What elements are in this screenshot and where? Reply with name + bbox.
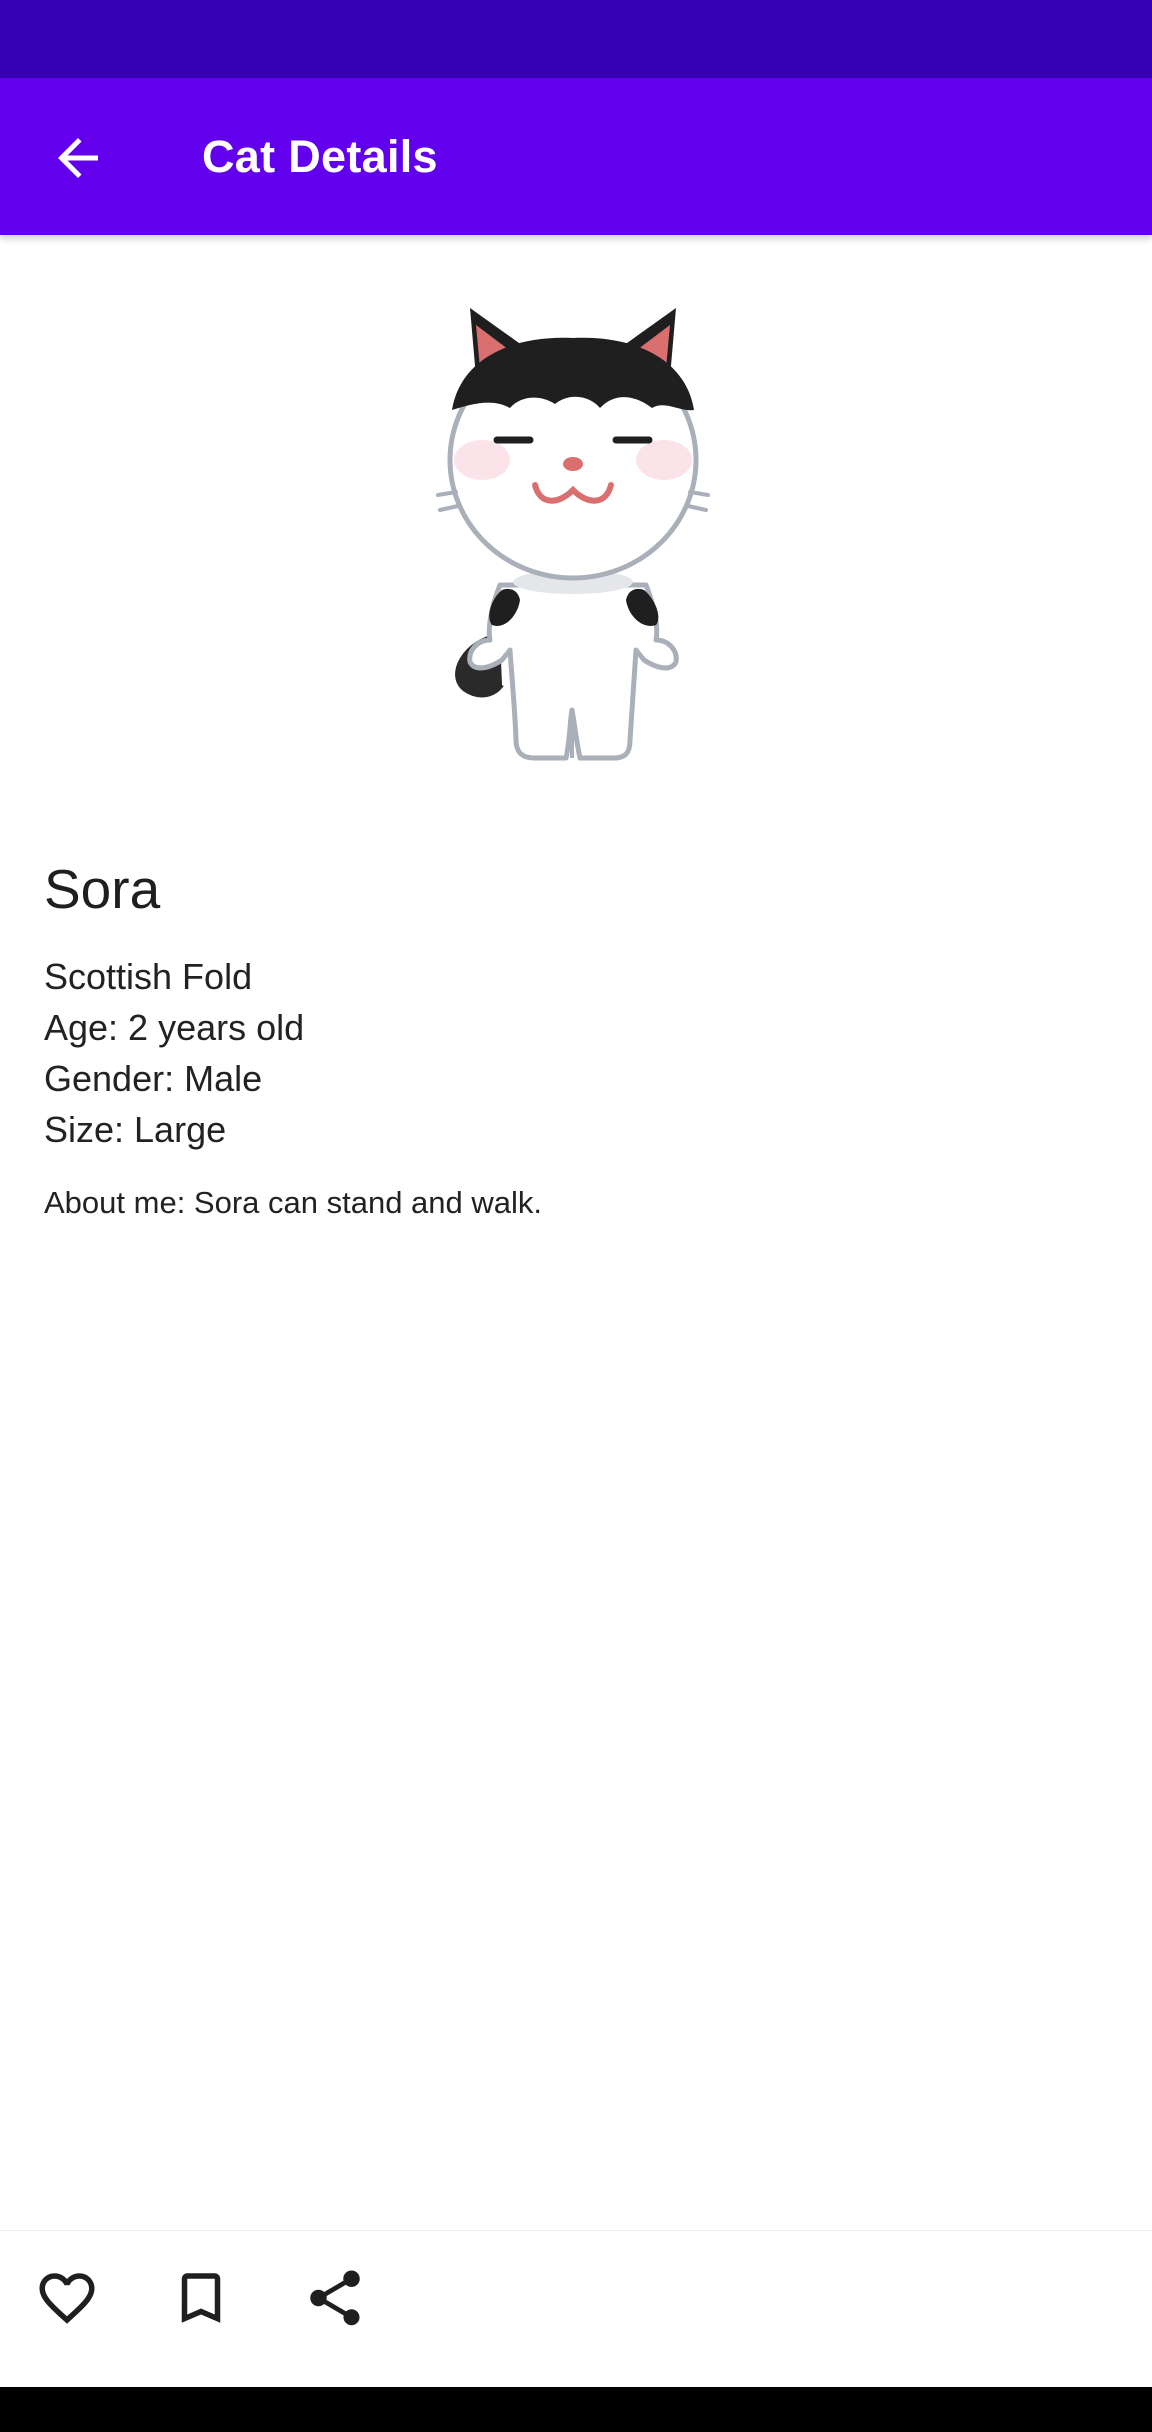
cat-size: Size: Large [44, 1109, 227, 1150]
bookmark-outline-icon [181, 2273, 221, 2323]
cat-about: About me: Sora can stand and walk. [44, 1185, 543, 1220]
cat-age: Age: 2 years old [44, 1007, 305, 1048]
cat-name: Sora [44, 858, 161, 920]
cat-details-content: Sora Scottish Fold Age: 2 years old Gend… [0, 235, 1152, 2230]
heart-outline-icon [39, 2273, 95, 2324]
system-navigation-bar [0, 2387, 1152, 2432]
back-button[interactable] [28, 108, 128, 208]
action-bar [0, 2230, 1152, 2388]
status-bar [0, 0, 1152, 78]
page-title: Cat Details [202, 131, 438, 182]
arrow-back-icon [58, 138, 98, 178]
cat-breed: Scottish Fold [44, 956, 253, 997]
bookmark-button[interactable] [156, 2253, 246, 2343]
cat-image [436, 308, 710, 761]
cat-info: Scottish Fold Age: 2 years old Gender: M… [44, 951, 304, 1155]
favorite-button[interactable] [22, 2253, 112, 2343]
cat-gender: Gender: Male [44, 1058, 263, 1099]
share-icon [310, 2270, 360, 2326]
app-bar: Cat Details [0, 78, 1152, 235]
share-button[interactable] [290, 2253, 380, 2343]
